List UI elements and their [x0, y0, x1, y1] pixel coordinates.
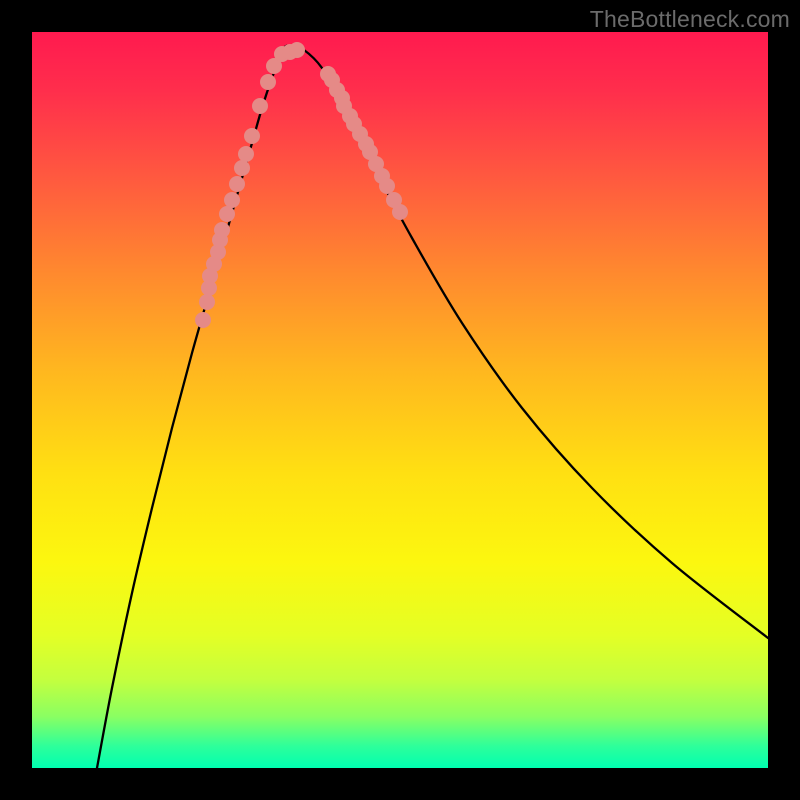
- chart-svg: [32, 32, 768, 768]
- cluster-dot: [379, 178, 395, 194]
- curve-layer: [97, 46, 768, 768]
- cluster-dot: [214, 222, 230, 238]
- cluster-dot: [252, 98, 268, 114]
- cluster-dot: [199, 294, 215, 310]
- chart-frame: TheBottleneck.com: [0, 0, 800, 800]
- cluster-dot: [244, 128, 260, 144]
- cluster-dot: [289, 42, 305, 58]
- cluster-dot: [392, 204, 408, 220]
- cluster-dot: [234, 160, 250, 176]
- watermark-text: TheBottleneck.com: [590, 6, 790, 33]
- plot-area: [32, 32, 768, 768]
- cluster-dot: [195, 312, 211, 328]
- cluster-dot: [238, 146, 254, 162]
- bottleneck-curve: [97, 46, 768, 768]
- dot-cluster: [195, 42, 408, 328]
- cluster-dot: [224, 192, 240, 208]
- cluster-dot: [219, 206, 235, 222]
- cluster-dot: [260, 74, 276, 90]
- cluster-dot: [229, 176, 245, 192]
